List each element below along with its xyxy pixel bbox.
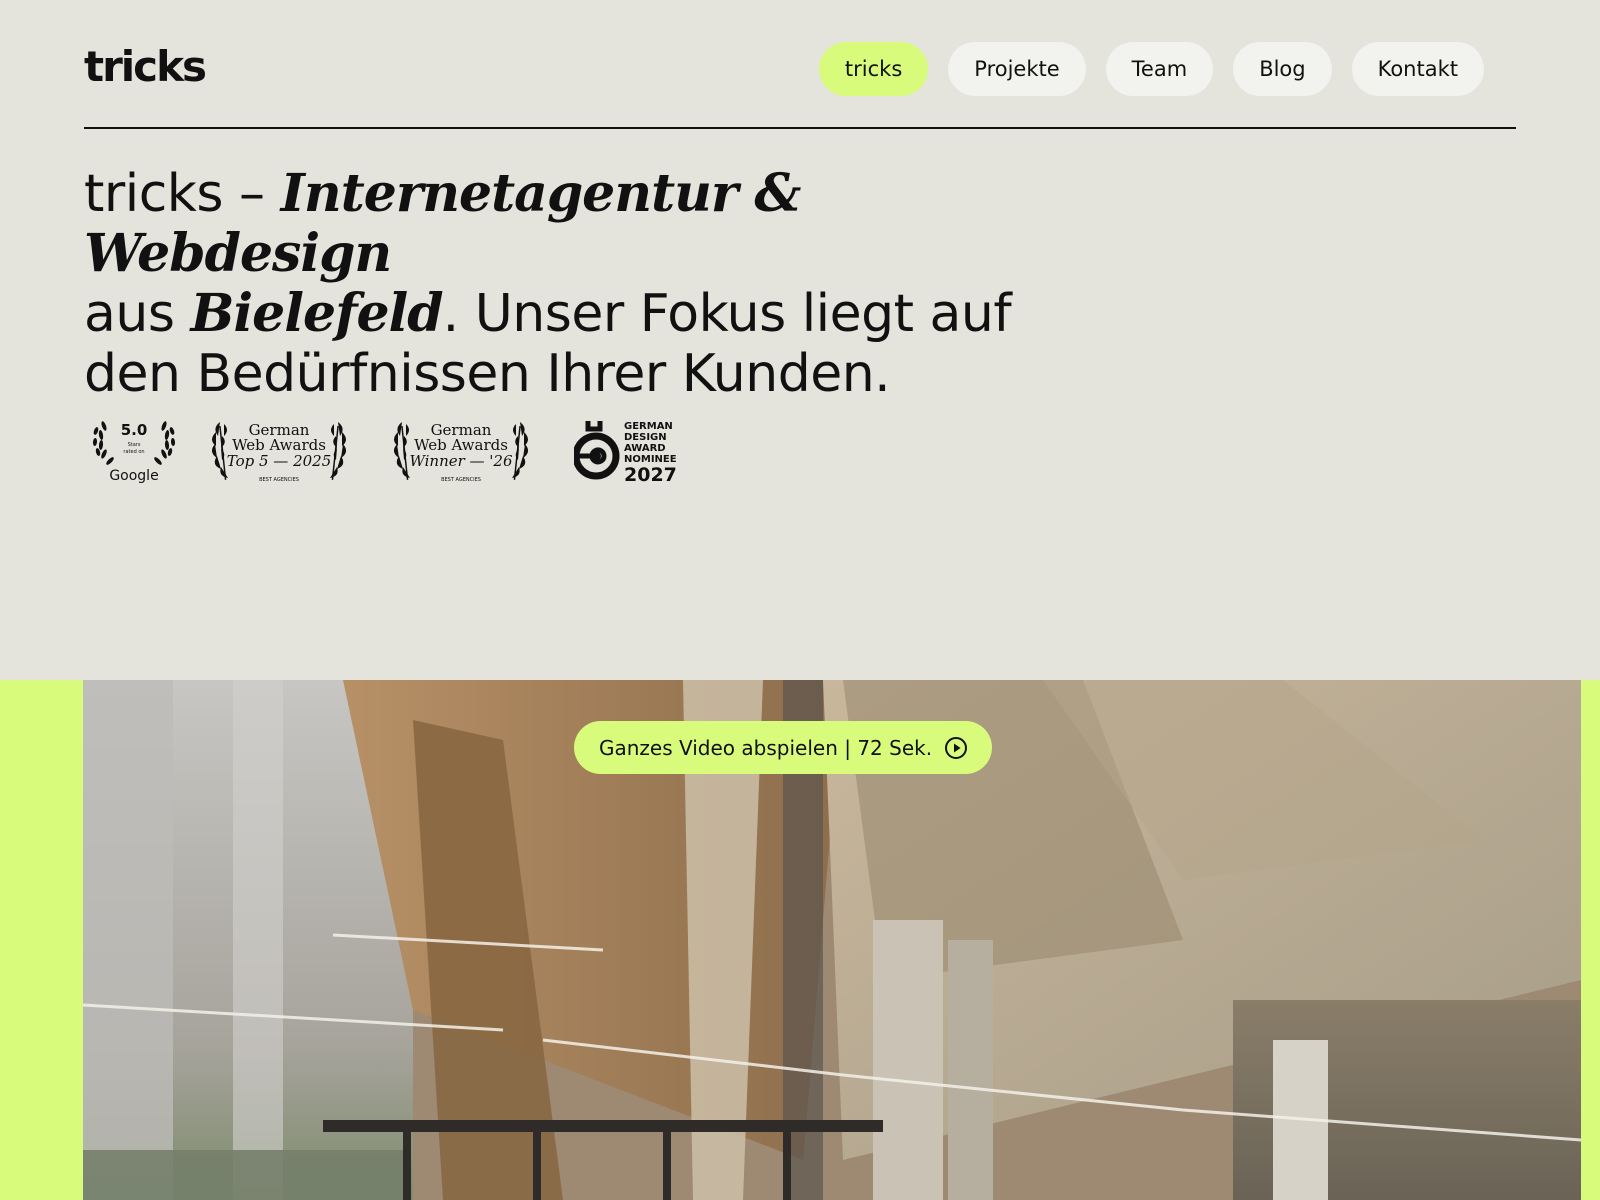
- laurel-left-icon: [393, 422, 410, 480]
- gwa-winner-footer: BEST AGENCIES: [441, 477, 481, 483]
- play-circle-icon: [945, 736, 968, 759]
- headline-text-2: aus: [84, 284, 191, 344]
- medal-icon: [574, 421, 620, 480]
- gwa-top5-line3: Top 5 — 2025: [227, 452, 332, 470]
- gda-year: 2027: [624, 464, 677, 486]
- awards-row: 5.0 Stars rated on Google German Web Awa…: [92, 418, 682, 488]
- laurel-right-icon: [330, 422, 347, 480]
- german-web-awards-winner-badge: German Web Awards Winner — '26 BEST AGEN…: [393, 421, 529, 483]
- german-design-award-badge: GERMAN DESIGN AWARD NOMINEE 2027: [574, 421, 677, 486]
- google-rating-badge: 5.0 Stars rated on Google: [92, 421, 176, 484]
- logo[interactable]: tricks: [84, 46, 207, 88]
- gda-line1: GERMAN: [624, 421, 673, 432]
- google-rating-line1: Stars: [128, 442, 141, 448]
- hero-headline: tricks – Internetagentur & Webdesign aus …: [84, 164, 1064, 405]
- nav-item-team[interactable]: Team: [1105, 42, 1214, 96]
- google-rating-line2: rated on: [123, 449, 144, 455]
- laurel-left-icon: [211, 422, 228, 480]
- google-brand: Google: [109, 468, 158, 484]
- laurel-right-icon: [154, 421, 176, 465]
- laurel-left-icon: [92, 421, 114, 465]
- gwa-winner-line3: Winner — '26: [409, 452, 513, 470]
- nav-item-tricks[interactable]: tricks: [818, 42, 929, 96]
- nav-item-blog[interactable]: Blog: [1233, 42, 1332, 96]
- header-divider: [84, 127, 1516, 129]
- gda-line2: DESIGN: [624, 432, 667, 443]
- gda-line3: AWARD: [624, 443, 666, 454]
- laurel-right-icon: [512, 422, 529, 480]
- nav-item-kontakt[interactable]: Kontakt: [1351, 42, 1484, 96]
- nav-item-projekte[interactable]: Projekte: [948, 42, 1086, 96]
- play-full-video-button[interactable]: Ganzes Video abspielen | 72 Sek.: [574, 721, 993, 774]
- main-nav: tricks Projekte Team Blog Kontakt: [818, 42, 1484, 96]
- german-web-awards-top5-badge: German Web Awards Top 5 — 2025 BEST AGEN…: [211, 421, 347, 483]
- google-rating-value: 5.0: [121, 421, 148, 439]
- headline-text-1: tricks –: [84, 164, 281, 224]
- headline-italic-2: Bielefeld: [190, 283, 443, 344]
- play-button-label: Ganzes Video abspielen | 72 Sek.: [599, 735, 933, 760]
- gwa-top5-footer: BEST AGENCIES: [259, 477, 299, 483]
